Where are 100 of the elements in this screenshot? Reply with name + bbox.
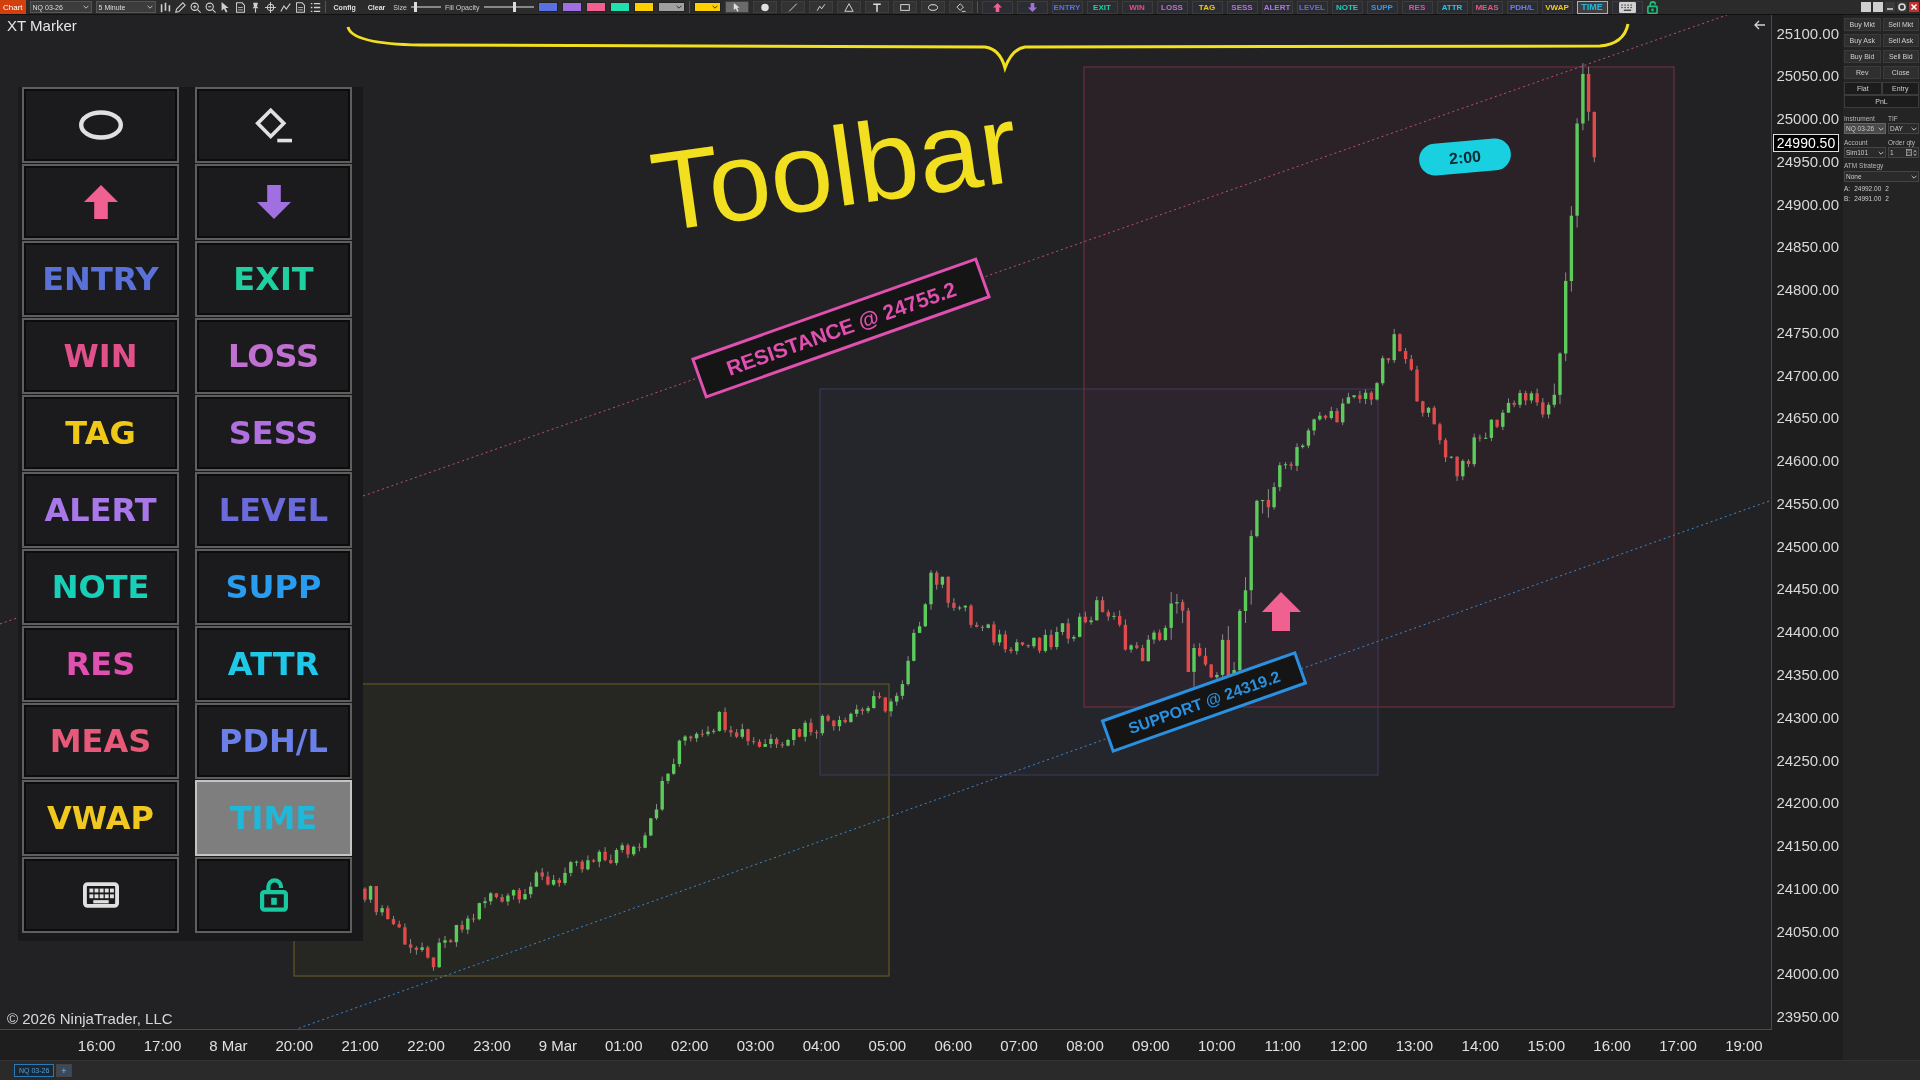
color-swatch[interactable] [537, 2, 558, 12]
marker-button[interactable] [195, 857, 352, 933]
marker-button[interactable] [1611, 0, 1643, 14]
page-icon[interactable] [294, 1, 306, 13]
marker-button[interactable]: WIN [1121, 0, 1153, 14]
marker-button[interactable]: WIN [22, 318, 179, 394]
color-swatch[interactable] [609, 2, 630, 12]
draw-tool-button[interactable] [892, 1, 917, 13]
draw-tool-button[interactable] [808, 1, 833, 13]
draw-tool-button[interactable] [920, 1, 945, 13]
marker-button[interactable]: TAG [22, 395, 179, 471]
color-swatch[interactable] [693, 2, 721, 12]
marker-button[interactable]: VWAP [22, 780, 179, 856]
draw-tool-button[interactable] [752, 1, 777, 13]
marker-button[interactable]: VWAP [1541, 0, 1573, 14]
price-label: 23950.00 [1776, 1008, 1840, 1026]
gear-icon[interactable] [1897, 2, 1907, 12]
triangle-icon [843, 2, 854, 12]
marker-button[interactable]: LOSS [1156, 0, 1188, 14]
marker-button[interactable]: LOSS [195, 318, 352, 394]
marker-button[interactable]: TAG [1191, 0, 1223, 14]
page-icon[interactable] [234, 1, 246, 13]
price-label: 24350.00 [1776, 666, 1840, 683]
marker-button[interactable]: NOTE [22, 549, 179, 625]
time-label: 23:00 [472, 1036, 512, 1054]
marker-button[interactable]: ATTR [195, 626, 352, 702]
time-label: 13:00 [1394, 1036, 1435, 1054]
chart-tab[interactable]: Chart [0, 0, 26, 14]
ellipse-icon [927, 2, 938, 12]
marker-button[interactable]: TIME [1576, 0, 1608, 14]
marker-button[interactable] [1016, 0, 1048, 14]
marker-button[interactable]: SUPP [195, 549, 352, 625]
marker-button[interactable] [195, 87, 352, 163]
caret-icon [711, 5, 718, 9]
marker-button[interactable]: RES [1401, 0, 1433, 14]
marker-button[interactable]: SESS [195, 395, 352, 471]
time-label: 21:00 [340, 1036, 380, 1054]
pencil-icon[interactable] [174, 1, 186, 13]
lock-icon[interactable] [1646, 0, 1658, 14]
marker-button[interactable]: ENTRY [22, 241, 179, 317]
draw-tool-button[interactable] [724, 1, 749, 13]
minimize-icon[interactable] [1885, 2, 1895, 12]
color-swatch[interactable] [633, 2, 654, 12]
zoom-out-icon[interactable] [204, 1, 216, 13]
size-slider-thumb[interactable] [414, 2, 418, 12]
marker-button[interactable]: EXIT [1086, 0, 1118, 14]
price-label: 24500.00 [1776, 537, 1840, 555]
marker-button[interactable]: PDH/L [195, 703, 352, 779]
window-tile-icon[interactable] [1873, 2, 1883, 12]
marker-button[interactable]: MEAS [22, 703, 179, 779]
polyline-icon[interactable] [279, 1, 291, 13]
marker-button[interactable]: EXIT [195, 241, 352, 317]
pointer-icon[interactable] [219, 1, 231, 13]
caret-icon [1878, 150, 1884, 155]
marker-button[interactable]: MEAS [1471, 0, 1503, 14]
dot-icon [759, 2, 770, 12]
color-swatch[interactable] [657, 2, 685, 12]
time-label: 07:00 [999, 1036, 1039, 1054]
list-icon[interactable] [309, 1, 321, 13]
draw-tool-button[interactable] [948, 1, 973, 13]
marker-button[interactable]: SESS [1226, 0, 1258, 14]
time-label: 8 Mar [208, 1036, 249, 1054]
time-label: 14:00 [1460, 1036, 1501, 1054]
pointer-icon [731, 2, 742, 12]
color-swatch[interactable] [585, 2, 606, 12]
caret-icon [146, 5, 153, 9]
marker-button[interactable]: ALERT [1261, 0, 1293, 14]
marker-button[interactable] [981, 0, 1013, 14]
marker-button[interactable]: ALERT [22, 472, 179, 548]
zoom-in-icon[interactable] [189, 1, 201, 13]
price-label: 24750.00 [1776, 323, 1840, 341]
marker-button[interactable]: SUPP [1366, 0, 1398, 14]
marker-button[interactable]: PDH/L [1506, 0, 1538, 14]
marker-button[interactable]: RES [22, 626, 179, 702]
price-label: 24150.00 [1776, 837, 1840, 855]
caret-icon [1911, 174, 1917, 179]
marker-button[interactable]: NOTE [1331, 0, 1363, 14]
marker-button[interactable] [22, 164, 179, 240]
price-label: 24900.00 [1776, 195, 1840, 213]
bar-chart-icon[interactable] [159, 1, 171, 13]
polyline-icon [815, 2, 826, 12]
fill-opacity-slider-thumb[interactable] [512, 2, 516, 12]
left-arrow-icon[interactable] [1754, 20, 1766, 30]
marker-button[interactable] [22, 87, 179, 163]
time-label: 9 Mar [537, 1036, 579, 1054]
text-tool-icon [871, 2, 882, 12]
color-swatch[interactable] [561, 2, 582, 12]
price-label: 24600.00 [1776, 452, 1840, 470]
window-tile-icon[interactable] [1861, 2, 1871, 12]
marker-button[interactable]: LEVEL [195, 472, 352, 548]
marker-button[interactable] [195, 164, 352, 240]
marker-button[interactable] [22, 857, 179, 933]
add-tab-button[interactable]: + [56, 1064, 72, 1077]
crosshair-icon[interactable] [264, 1, 276, 13]
draw-tool-button[interactable] [836, 1, 861, 13]
close-icon[interactable] [1909, 2, 1919, 12]
marker-button[interactable]: ATTR [1436, 0, 1468, 14]
copyright-text: © 2026 NinjaTrader, LLC [7, 1010, 173, 1027]
price-label: 24650.00 [1776, 409, 1840, 427]
draw-tool-button[interactable] [864, 1, 889, 13]
